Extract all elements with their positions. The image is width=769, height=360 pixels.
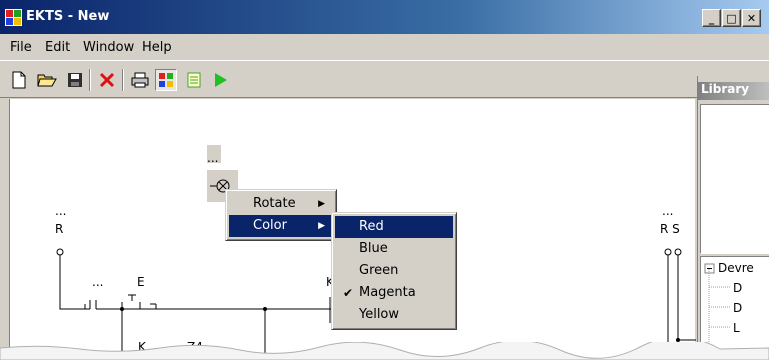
notes-icon bbox=[187, 72, 201, 88]
title-bar[interactable]: EKTS - New _ □ ✕ bbox=[0, 0, 769, 34]
menu-help[interactable]: Help bbox=[142, 40, 172, 55]
menu-item-label: Yellow bbox=[359, 307, 400, 322]
save-button[interactable] bbox=[64, 69, 86, 91]
toolbar-separator bbox=[89, 69, 91, 91]
menu-item-label: Magenta bbox=[359, 285, 416, 300]
menu-item-label: Red bbox=[359, 219, 384, 234]
menu-window[interactable]: Window bbox=[83, 40, 134, 55]
toolbar-separator bbox=[122, 69, 124, 91]
menu-item-color[interactable]: Color ▶ bbox=[229, 215, 333, 237]
menu-bar: File Edit Window Help bbox=[0, 34, 769, 60]
label-dots: ... bbox=[662, 204, 674, 218]
label-dots: ... bbox=[55, 204, 67, 218]
label-rs: R S bbox=[660, 222, 680, 236]
new-file-icon bbox=[12, 71, 26, 89]
library-panel: Library Devre D D L bbox=[697, 76, 769, 360]
print-button[interactable] bbox=[129, 69, 151, 91]
save-icon bbox=[68, 73, 82, 87]
component-dots: ... bbox=[207, 151, 219, 165]
submenu-arrow-icon: ▶ bbox=[318, 199, 325, 209]
maximize-icon: □ bbox=[726, 11, 737, 25]
close-button[interactable]: ✕ bbox=[742, 9, 761, 27]
close-icon: ✕ bbox=[746, 11, 757, 25]
label-dots: ... bbox=[92, 275, 104, 289]
run-button[interactable] bbox=[209, 69, 231, 91]
maximize-button[interactable]: □ bbox=[722, 9, 741, 27]
color-palette-icon bbox=[159, 73, 173, 87]
library-list[interactable] bbox=[700, 104, 769, 254]
library-title: Library bbox=[698, 82, 769, 100]
menu-item-label: Rotate bbox=[253, 196, 296, 211]
color-button[interactable] bbox=[155, 69, 177, 91]
context-menu: Rotate ▶ Color ▶ bbox=[225, 189, 337, 241]
checkmark-icon: ✔ bbox=[343, 286, 354, 300]
open-button[interactable] bbox=[36, 69, 58, 91]
color-item-red[interactable]: Red bbox=[335, 216, 453, 238]
delete-icon bbox=[99, 72, 115, 88]
color-item-yellow[interactable]: Yellow bbox=[335, 304, 453, 326]
color-item-blue[interactable]: Blue bbox=[335, 238, 453, 260]
submenu-arrow-icon: ▶ bbox=[318, 221, 325, 231]
open-folder-icon bbox=[37, 74, 57, 87]
toolbar bbox=[0, 60, 769, 98]
label-e: E bbox=[137, 275, 145, 289]
run-icon bbox=[215, 73, 227, 87]
app-icon bbox=[5, 9, 22, 26]
menu-item-label: Blue bbox=[359, 241, 388, 256]
color-item-green[interactable]: Green bbox=[335, 260, 453, 282]
menu-edit[interactable]: Edit bbox=[45, 40, 70, 55]
menu-file[interactable]: File bbox=[10, 40, 32, 55]
color-item-magenta[interactable]: ✔ Magenta bbox=[335, 282, 453, 304]
new-button[interactable] bbox=[8, 69, 30, 91]
delete-button[interactable] bbox=[96, 69, 118, 91]
menu-item-rotate[interactable]: Rotate ▶ bbox=[229, 193, 333, 215]
label-r: R bbox=[55, 222, 64, 236]
torn-edge bbox=[0, 342, 769, 360]
minimize-icon: _ bbox=[708, 11, 715, 25]
menu-item-label: Green bbox=[359, 263, 399, 278]
color-submenu: Red Blue Green ✔ Magenta Yellow bbox=[331, 212, 457, 330]
app-window: EKTS - New _ □ ✕ File Edit Window Help L… bbox=[0, 0, 769, 360]
notes-button[interactable] bbox=[183, 69, 205, 91]
menu-item-label: Color bbox=[253, 218, 287, 233]
window-title: EKTS - New bbox=[26, 9, 110, 24]
print-icon bbox=[131, 72, 149, 88]
minimize-button[interactable]: _ bbox=[702, 9, 721, 27]
